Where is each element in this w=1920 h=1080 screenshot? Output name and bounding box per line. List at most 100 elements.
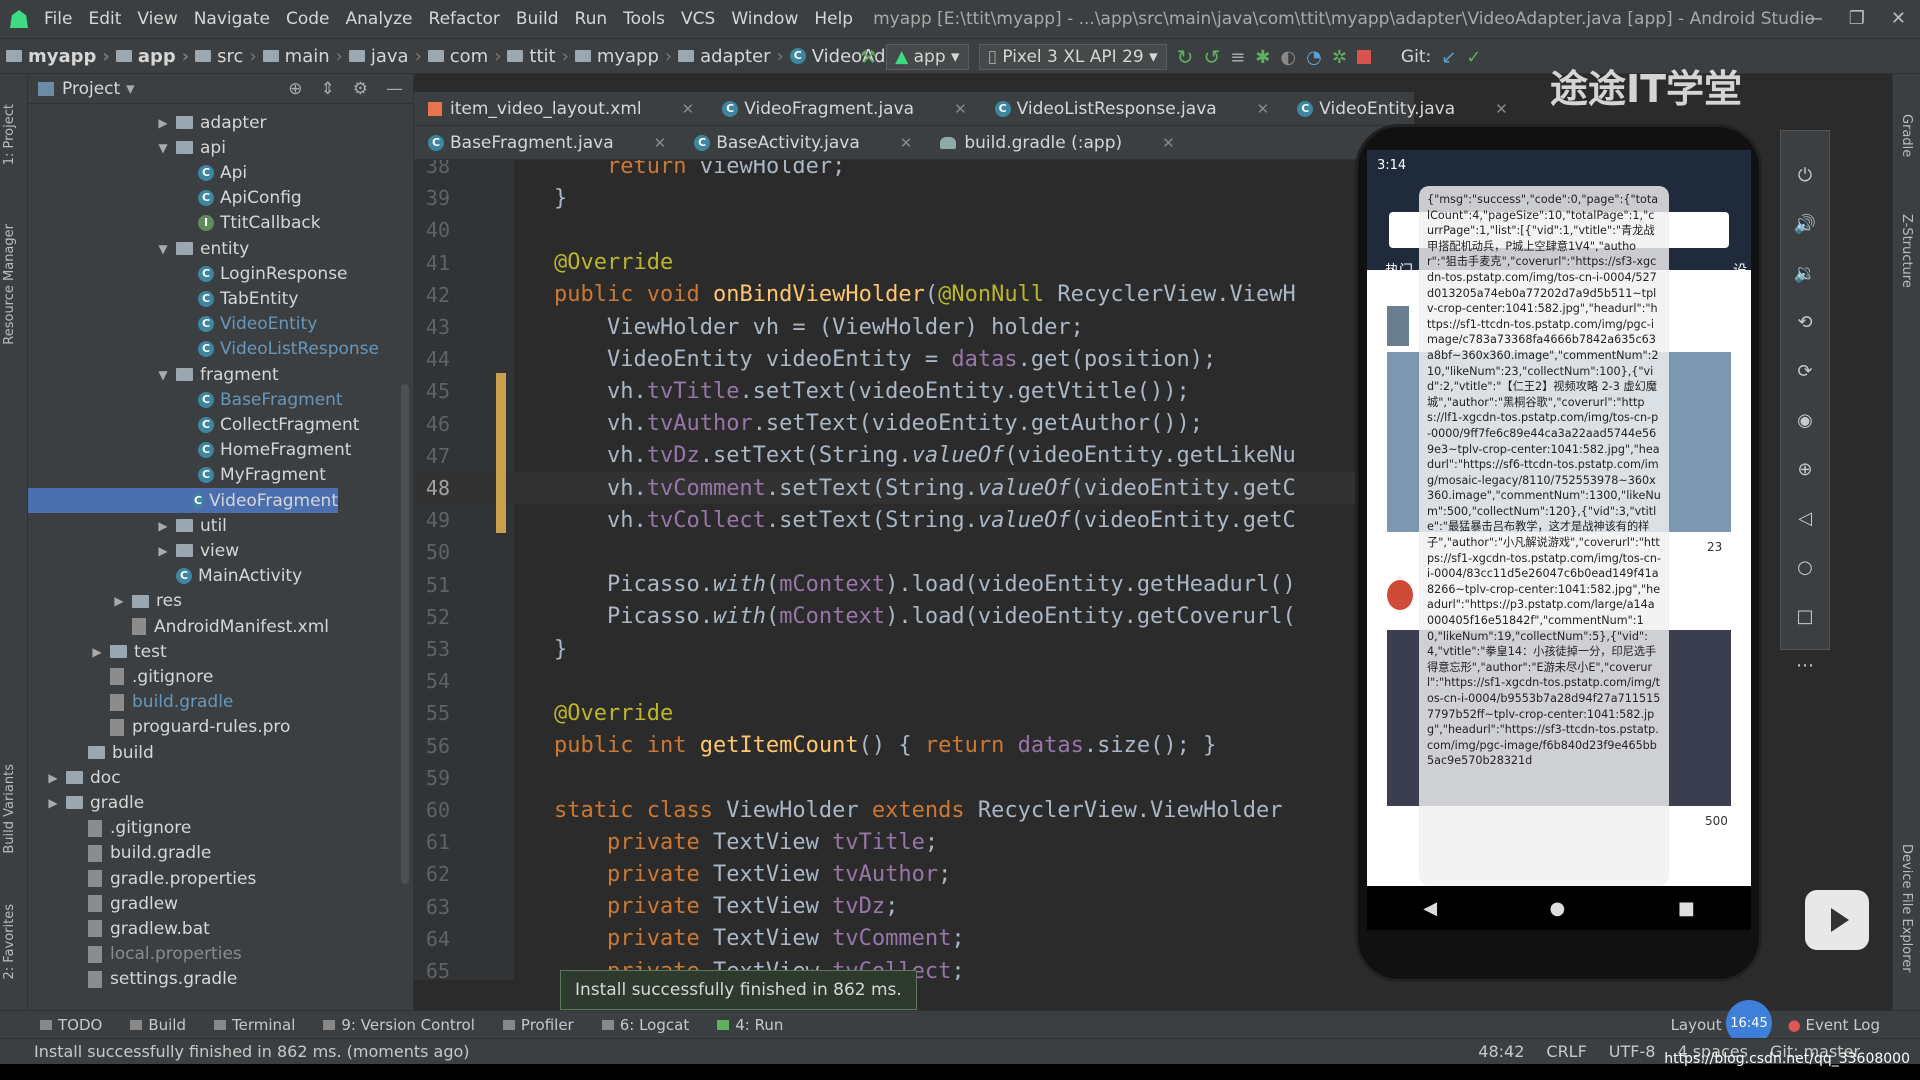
breadcrumb-item[interactable]: com › bbox=[422, 46, 501, 67]
close-tab-icon[interactable]: ✕ bbox=[954, 100, 967, 118]
hide-icon[interactable]: — bbox=[386, 79, 403, 99]
close-tab-icon[interactable]: ✕ bbox=[654, 134, 667, 152]
volume-down-icon[interactable]: 🔉 bbox=[1794, 263, 1816, 284]
maximize-icon[interactable]: ❐ bbox=[1849, 8, 1865, 29]
collapsed-arrow-icon[interactable]: ▶ bbox=[46, 771, 60, 785]
tree-item[interactable]: gradlew.bat bbox=[68, 916, 210, 941]
close-tab-icon[interactable]: ✕ bbox=[1257, 100, 1270, 118]
breadcrumb-item[interactable]: ttit › bbox=[501, 46, 569, 67]
collapsed-arrow-icon[interactable]: ▶ bbox=[156, 544, 170, 558]
tree-item[interactable]: C VideoEntity bbox=[178, 312, 317, 337]
breadcrumb-item[interactable]: myapp › bbox=[0, 46, 110, 67]
breadcrumb-item[interactable]: adapter › bbox=[672, 46, 784, 67]
collapsed-arrow-icon[interactable]: ▶ bbox=[112, 594, 126, 608]
collapsed-arrow-icon[interactable]: ▶ bbox=[156, 116, 170, 130]
tree-item[interactable]: C MyFragment bbox=[178, 463, 326, 488]
code-line[interactable]: 48 vh.tvComment.setText(String.valueOf(v… bbox=[414, 472, 1414, 504]
tree-item[interactable]: ▶ gradle bbox=[46, 790, 144, 815]
tree-item[interactable]: AndroidManifest.xml bbox=[112, 614, 329, 639]
tree-item[interactable]: ▶ util bbox=[156, 513, 227, 538]
dropdown-icon[interactable]: ▾ bbox=[126, 79, 135, 99]
debug-attach-icon[interactable]: ✲ bbox=[1332, 47, 1347, 68]
tree-item[interactable]: ▶ res bbox=[112, 589, 182, 614]
event-log-tab[interactable]: ● Event Log bbox=[1788, 1016, 1880, 1034]
volume-up-icon[interactable]: 🔊 bbox=[1794, 214, 1816, 235]
apply-code-changes-icon[interactable]: ↺ bbox=[1203, 45, 1220, 69]
close-icon[interactable]: ✕ bbox=[1891, 8, 1906, 29]
build-tab[interactable]: Build bbox=[130, 1016, 186, 1034]
device-file-explorer-tab[interactable]: Device File Explorer bbox=[1899, 844, 1914, 973]
breadcrumb-item[interactable]: main › bbox=[257, 46, 343, 67]
camera-icon[interactable]: ◉ bbox=[1797, 410, 1813, 431]
git-commit-icon[interactable]: ✓ bbox=[1466, 47, 1481, 68]
tree-item[interactable]: ▼ fragment bbox=[156, 362, 278, 387]
profiler-tab[interactable]: Profiler bbox=[502, 1016, 574, 1034]
tree-item[interactable]: build.gradle bbox=[68, 841, 211, 866]
menu-refactor[interactable]: Refactor bbox=[421, 9, 508, 29]
collapsed-arrow-icon[interactable]: ▶ bbox=[46, 796, 60, 810]
tree-item[interactable]: .gitignore bbox=[90, 664, 213, 689]
more-icon[interactable]: ⋯ bbox=[1796, 655, 1814, 676]
collapsed-arrow-icon[interactable]: ▶ bbox=[156, 519, 170, 533]
menu-view[interactable]: View bbox=[129, 9, 185, 29]
overview-square-icon[interactable]: □ bbox=[1796, 606, 1813, 627]
close-tab-icon[interactable]: ✕ bbox=[900, 134, 913, 152]
menu-help[interactable]: Help bbox=[806, 9, 861, 29]
rotate-right-icon[interactable]: ⟳ bbox=[1797, 361, 1812, 382]
menu-code[interactable]: Code bbox=[278, 9, 338, 29]
logcat-tab[interactable]: 6: Logcat bbox=[601, 1016, 689, 1034]
code-editor[interactable]: 38 return viewHolder; 39} 40 41 @Override 42 p… bbox=[414, 160, 1414, 980]
close-tab-icon[interactable]: ✕ bbox=[682, 100, 695, 118]
editor-tab[interactable]: C BaseActivity.java ✕ bbox=[680, 126, 926, 159]
breadcrumb-item[interactable]: myapp › bbox=[569, 46, 672, 67]
collapse-all-icon[interactable]: ⇕ bbox=[321, 79, 335, 99]
emulator-screen[interactable]: 3:14 热门 设 23 500 {"msg":"success","code"… bbox=[1367, 150, 1751, 886]
editor-tab[interactable]: C VideoListResponse.java ✕ bbox=[981, 92, 1284, 125]
back-triangle-icon[interactable]: ◁ bbox=[1798, 508, 1812, 529]
tree-item[interactable]: C BaseFragment bbox=[178, 387, 343, 412]
make-icon[interactable]: ≡ bbox=[1230, 47, 1245, 68]
menu-tools[interactable]: Tools bbox=[615, 9, 673, 29]
debug-icon[interactable]: ✱ bbox=[1255, 47, 1270, 68]
caret-position[interactable]: 48:42 bbox=[1478, 1042, 1524, 1061]
locate-icon[interactable]: ⊕ bbox=[288, 79, 302, 99]
home-icon[interactable]: ● bbox=[1550, 898, 1566, 919]
project-scrollbar[interactable] bbox=[401, 384, 409, 884]
back-icon[interactable]: ◀ bbox=[1423, 898, 1437, 919]
collapsed-arrow-icon[interactable]: ▶ bbox=[90, 645, 104, 659]
expanded-arrow-icon[interactable]: ▼ bbox=[156, 368, 170, 382]
menu-window[interactable]: Window bbox=[723, 9, 806, 29]
terminal-tab[interactable]: Terminal bbox=[213, 1016, 295, 1034]
editor-tab[interactable]: C VideoFragment.java ✕ bbox=[708, 92, 980, 125]
rotate-left-icon[interactable]: ⟲ bbox=[1797, 312, 1812, 333]
tree-item[interactable]: C Api bbox=[178, 160, 247, 185]
git-update-icon[interactable]: ↙ bbox=[1441, 47, 1456, 68]
run-config-select[interactable]: ▲ app ▾ bbox=[886, 44, 969, 70]
tree-item[interactable]: settings.gradle bbox=[68, 967, 237, 992]
tree-item[interactable]: build bbox=[68, 740, 154, 765]
menu-vcs[interactable]: VCS bbox=[673, 9, 723, 29]
close-tab-icon[interactable]: ✕ bbox=[1162, 134, 1175, 152]
tree-item[interactable]: ▶ test bbox=[90, 639, 166, 664]
project-panel-title[interactable]: Project bbox=[62, 79, 120, 99]
gradle-tab[interactable]: Gradle bbox=[1899, 114, 1914, 157]
apply-changes-icon[interactable]: ↻ bbox=[1177, 45, 1194, 69]
zoom-icon[interactable]: ⊕ bbox=[1797, 459, 1812, 480]
build-variants-tab[interactable]: Build Variants bbox=[2, 764, 17, 854]
tree-item[interactable]: C HomeFragment bbox=[178, 438, 351, 463]
tree-item[interactable]: C CollectFragment bbox=[178, 412, 359, 437]
settings-gear-icon[interactable]: ⚙ bbox=[353, 79, 368, 99]
tree-item[interactable]: local.properties bbox=[68, 942, 242, 967]
attach-icon[interactable]: ◐ bbox=[1280, 47, 1296, 68]
tree-item[interactable]: gradlew bbox=[68, 891, 178, 916]
tree-item[interactable]: C ApiConfig bbox=[178, 186, 302, 211]
version-control-tab[interactable]: 9: Version Control bbox=[323, 1016, 475, 1034]
tree-item[interactable]: ▼ entity bbox=[156, 236, 249, 261]
tree-item[interactable]: I TtitCallback bbox=[178, 211, 321, 236]
video-play-icon[interactable] bbox=[1805, 890, 1869, 950]
breadcrumb-item[interactable]: java › bbox=[343, 46, 422, 67]
editor-tab[interactable]: C VideoEntity.java ✕ bbox=[1283, 92, 1521, 125]
tree-item[interactable]: ▼ api bbox=[156, 135, 226, 160]
stop-icon[interactable] bbox=[1356, 50, 1371, 64]
breadcrumb-item[interactable]: app › bbox=[110, 46, 189, 67]
